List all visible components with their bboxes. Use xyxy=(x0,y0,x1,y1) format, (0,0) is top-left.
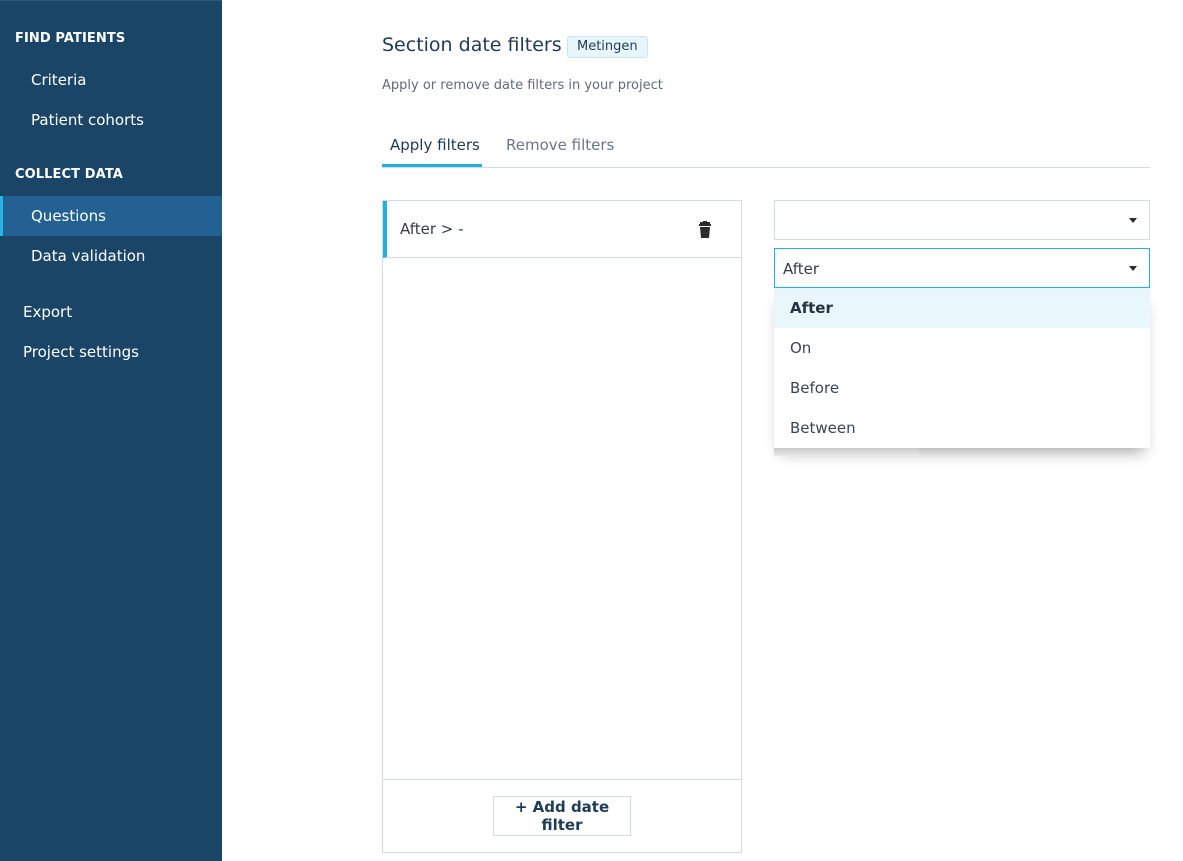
caret-down-icon xyxy=(1129,218,1137,223)
option-after[interactable]: After xyxy=(774,288,1150,328)
operator-select[interactable]: After xyxy=(774,248,1150,288)
section-badge: Metingen xyxy=(567,36,648,58)
trash-icon[interactable] xyxy=(697,221,713,239)
sidebar-item-data-validation[interactable]: Data validation xyxy=(0,236,222,276)
filter-list-footer: + Add date filter xyxy=(383,779,741,852)
sidebar-item-export[interactable]: Export xyxy=(0,292,222,332)
filter-item-label: After > - xyxy=(400,220,464,238)
field-select[interactable] xyxy=(774,200,1150,240)
sidebar-item-criteria[interactable]: Criteria xyxy=(0,60,222,100)
page-subtitle: Apply or remove date filters in your pro… xyxy=(382,78,663,93)
operator-dropdown-menu: After On Before Between xyxy=(774,288,1150,448)
option-before[interactable]: Before xyxy=(774,368,1150,408)
add-date-filter-button[interactable]: + Add date filter xyxy=(493,796,631,836)
section-heading-collect-data: COLLECT DATA xyxy=(15,167,123,182)
tabs-divider xyxy=(382,167,1150,168)
section-heading-find-patients: FIND PATIENTS xyxy=(15,31,126,46)
filter-list-item[interactable]: After > - xyxy=(383,201,741,258)
page-title: Section date filters xyxy=(382,34,562,56)
option-on[interactable]: On xyxy=(774,328,1150,368)
sidebar-item-project-settings[interactable]: Project settings xyxy=(0,332,222,372)
caret-down-icon xyxy=(1129,266,1137,271)
sidebar-item-questions[interactable]: Questions xyxy=(0,196,222,236)
sidebar: FIND PATIENTS Criteria Patient cohorts C… xyxy=(0,0,222,861)
tab-remove-filters[interactable]: Remove filters xyxy=(506,136,614,167)
option-between[interactable]: Between xyxy=(774,408,1150,448)
tab-apply-filters[interactable]: Apply filters xyxy=(382,136,482,167)
filter-list-panel: After > - + Add date filter xyxy=(382,200,742,853)
operator-select-value: After xyxy=(783,260,820,278)
dropdown-scrollbar[interactable] xyxy=(774,448,919,456)
sidebar-item-patient-cohorts[interactable]: Patient cohorts xyxy=(0,100,222,140)
